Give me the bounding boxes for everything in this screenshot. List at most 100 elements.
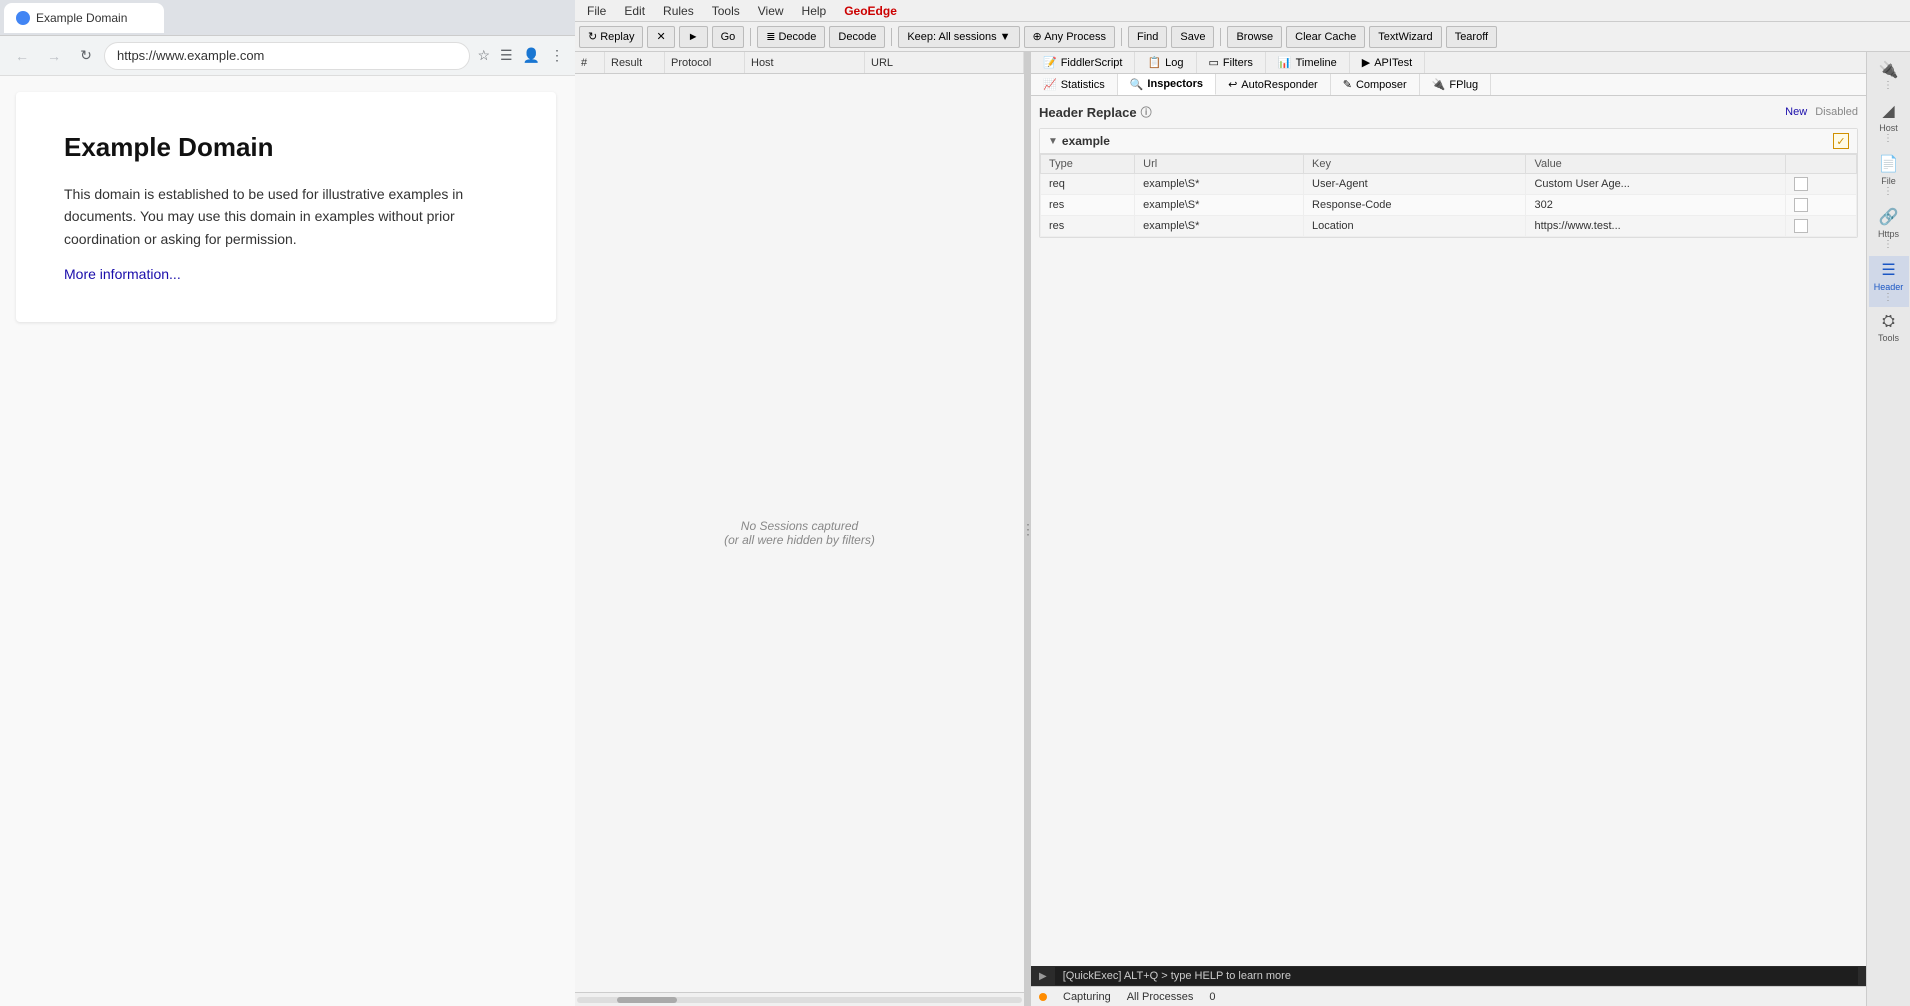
- fiddler-toolbar: ↻ Replay ✕ ► Go ≣ Decode Decode Keep: Al…: [575, 22, 1910, 52]
- hr-group-name: example: [1062, 134, 1833, 148]
- hr-group: ▼ example ✓ Type Url Key Value: [1039, 128, 1858, 238]
- composer-label: Composer: [1356, 79, 1407, 91]
- menu-icon[interactable]: ⋮: [547, 44, 567, 67]
- hr-new-button[interactable]: New: [1785, 106, 1807, 118]
- decode-button[interactable]: Decode: [829, 26, 885, 48]
- hr-group-check[interactable]: ✓: [1833, 133, 1849, 149]
- sidebar-header-item[interactable]: ☰ Header ⋮: [1869, 256, 1909, 307]
- tab-composer[interactable]: ✎ Composer: [1331, 74, 1420, 95]
- hr-toolbar: Header Replace ⓘ New Disabled: [1039, 104, 1858, 120]
- row3-url: example\S*: [1135, 216, 1304, 237]
- file-icon: 📄: [1879, 154, 1899, 174]
- hr-group-header[interactable]: ▼ example ✓: [1040, 129, 1857, 154]
- account-icon[interactable]: 👤: [520, 44, 543, 67]
- quickexec-text[interactable]: [QuickExec] ALT+Q > type HELP to learn m…: [1055, 967, 1858, 985]
- more-info-link[interactable]: More information...: [64, 266, 181, 282]
- tab-statistics[interactable]: 📈 Statistics: [1031, 74, 1118, 95]
- tab-log[interactable]: 📋 Log: [1135, 52, 1196, 73]
- url-text: https://www.example.com: [117, 48, 264, 63]
- tab-apitest[interactable]: ▶ APITest: [1350, 52, 1425, 73]
- row1-url: example\S*: [1135, 174, 1304, 195]
- tab-inspectors[interactable]: 🔍 Inspectors: [1118, 74, 1216, 95]
- sidebar-file-item[interactable]: 📄 File ⋮: [1869, 150, 1909, 201]
- right-tabs-row1: 📝 FiddlerScript 📋 Log ▭ Filters 📊 Timeli…: [1031, 52, 1866, 74]
- page-heading: Example Domain: [64, 132, 508, 163]
- reader-icon[interactable]: ☰: [497, 44, 516, 67]
- keep-sessions-button[interactable]: Keep: All sessions ▼: [898, 26, 1019, 48]
- fiddlerscript-icon: 📝: [1043, 56, 1057, 69]
- any-process-button[interactable]: ⊕ Any Process: [1024, 26, 1115, 48]
- col-result-header: Result: [605, 52, 665, 73]
- browse-button[interactable]: Browse: [1227, 26, 1282, 48]
- find-button[interactable]: Find: [1128, 26, 1167, 48]
- address-bar[interactable]: https://www.example.com: [104, 42, 470, 70]
- clear-cache-button[interactable]: Clear Cache: [1286, 26, 1365, 48]
- replay-button[interactable]: ↻ Replay: [579, 26, 643, 48]
- inspectors-label: Inspectors: [1147, 78, 1203, 90]
- fplug-label: FPlug: [1449, 79, 1478, 91]
- log-icon: 📋: [1147, 56, 1161, 69]
- separator3: [1121, 28, 1122, 46]
- log-label: Log: [1165, 57, 1183, 69]
- menu-view[interactable]: View: [750, 2, 792, 20]
- host-icon: ◢: [1882, 101, 1894, 121]
- quickexec-icon: ▶: [1039, 971, 1047, 982]
- sidebar-fplug-icon[interactable]: 🔌 ⋮: [1869, 56, 1909, 95]
- menu-edit[interactable]: Edit: [616, 2, 653, 20]
- hr-info-icon[interactable]: ⓘ: [1141, 104, 1152, 120]
- browser-tab-title: Example Domain: [36, 11, 127, 25]
- tearoff-button[interactable]: Tearoff: [1446, 26, 1497, 48]
- separator1: [750, 28, 751, 46]
- row3-check[interactable]: [1785, 216, 1856, 237]
- tab-filters[interactable]: ▭ Filters: [1197, 52, 1266, 73]
- browser-toolbar: ← → ↻ https://www.example.com ☆ ☰ 👤 ⋮: [0, 36, 575, 76]
- menu-file[interactable]: File: [579, 2, 614, 20]
- stream-button[interactable]: ≣ Decode: [757, 26, 825, 48]
- tab-fiddlerscript[interactable]: 📝 FiddlerScript: [1031, 52, 1135, 73]
- col-enabled-header: [1785, 155, 1856, 174]
- sidebar-https-item[interactable]: 🔗 Https ⋮: [1869, 203, 1909, 254]
- row2-url: example\S*: [1135, 195, 1304, 216]
- autoresponder-label: AutoResponder: [1241, 79, 1317, 91]
- apitest-icon: ▶: [1362, 56, 1370, 69]
- table-row: res example\S* Location https://www.test…: [1041, 216, 1857, 237]
- row1-check[interactable]: [1785, 174, 1856, 195]
- menu-rules[interactable]: Rules: [655, 2, 702, 20]
- timeline-label: Timeline: [1296, 57, 1337, 69]
- tab-autoresponder[interactable]: ↩ AutoResponder: [1216, 74, 1331, 95]
- sessions-scrollbar: [575, 992, 1024, 1006]
- tab-favicon: [16, 11, 30, 25]
- textwizard-button[interactable]: TextWizard: [1369, 26, 1441, 48]
- menu-help[interactable]: Help: [794, 2, 835, 20]
- tools-label: Tools: [1878, 333, 1899, 343]
- row2-type: res: [1041, 195, 1135, 216]
- play-button[interactable]: ►: [679, 26, 708, 48]
- tab-fplug[interactable]: 🔌 FPlug: [1420, 74, 1491, 95]
- sessions-header: # Result Protocol Host URL: [575, 52, 1024, 74]
- row2-key: Response-Code: [1304, 195, 1526, 216]
- browser-tab-bar: Example Domain: [0, 0, 575, 36]
- fiddler-quickexec-bar[interactable]: ▶ [QuickExec] ALT+Q > type HELP to learn…: [1031, 966, 1866, 986]
- https-icon: 🔗: [1879, 207, 1899, 227]
- back-button[interactable]: ←: [8, 42, 36, 70]
- go-button[interactable]: Go: [712, 26, 745, 48]
- fiddler-menubar: File Edit Rules Tools View Help GeoEdge: [575, 0, 1910, 22]
- separator4: [1220, 28, 1221, 46]
- statistics-icon: 📈: [1043, 78, 1057, 91]
- sidebar-host-item[interactable]: ◢ Host ⋮: [1869, 97, 1909, 148]
- browser-tab[interactable]: Example Domain: [4, 3, 164, 33]
- menu-tools[interactable]: Tools: [704, 2, 748, 20]
- bookmark-icon[interactable]: ☆: [474, 44, 493, 67]
- tab-timeline[interactable]: 📊 Timeline: [1266, 52, 1350, 73]
- right-sidebar: 🔌 ⋮ ◢ Host ⋮ 📄 File ⋮ 🔗 Https ⋮ ☰ Header: [1866, 52, 1910, 1006]
- host-label: Host: [1879, 123, 1898, 133]
- row2-check[interactable]: [1785, 195, 1856, 216]
- stop-button[interactable]: ✕: [647, 26, 674, 48]
- forward-button[interactable]: →: [40, 42, 68, 70]
- save-button[interactable]: Save: [1171, 26, 1214, 48]
- capturing-label: Capturing: [1063, 991, 1111, 1003]
- reload-button[interactable]: ↻: [72, 42, 100, 70]
- row1-value: Custom User Age...: [1526, 174, 1785, 195]
- sidebar-tools-item[interactable]: ⛭ Tools: [1869, 309, 1909, 347]
- stream-icon: ≣: [766, 30, 775, 43]
